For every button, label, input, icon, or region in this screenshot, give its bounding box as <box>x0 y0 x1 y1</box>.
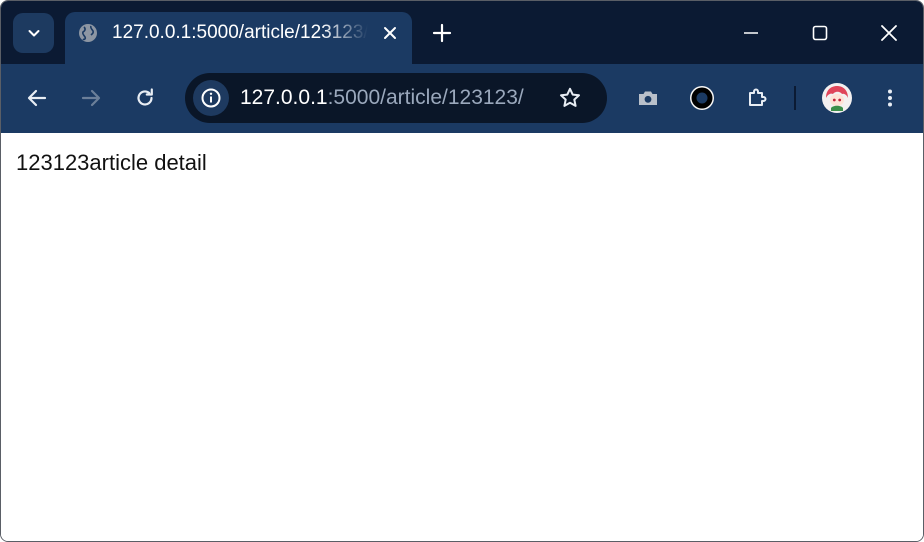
maximize-button[interactable] <box>786 1 854 64</box>
star-icon <box>560 87 580 107</box>
screenshot-extension-button[interactable] <box>630 80 666 116</box>
back-button[interactable] <box>19 80 55 116</box>
toolbar-separator <box>794 86 796 110</box>
plus-icon <box>432 23 452 43</box>
url-text: 127.0.0.1:5000/article/123123/ <box>240 85 524 111</box>
avatar <box>822 83 852 113</box>
forward-button[interactable] <box>73 80 109 116</box>
record-extension-button[interactable] <box>684 80 720 116</box>
toolbar: 127.0.0.1:5000/article/123123/ <box>1 64 923 133</box>
url-host: 127.0.0.1 <box>240 86 328 109</box>
page-content: 123123article detail <box>1 133 923 541</box>
page-heading: 123123article detail <box>16 150 207 175</box>
reload-icon <box>137 88 153 106</box>
reload-button[interactable] <box>127 80 163 116</box>
bookmark-button[interactable] <box>554 82 586 114</box>
tab-title: 127.0.0.1:5000/article/123123/ <box>112 22 368 43</box>
profile-button[interactable] <box>819 80 855 116</box>
puzzle-icon <box>749 88 767 106</box>
site-info-button[interactable] <box>193 80 229 116</box>
camera-icon <box>639 91 657 105</box>
extensions-button[interactable] <box>739 80 775 116</box>
close-icon <box>384 27 396 39</box>
minimize-icon <box>744 31 758 34</box>
address-bar[interactable]: 127.0.0.1:5000/article/123123/ <box>185 73 607 123</box>
active-tab[interactable]: 127.0.0.1:5000/article/123123/ <box>65 12 412 64</box>
more-vert-icon <box>888 89 892 107</box>
minimize-button[interactable] <box>717 1 785 64</box>
chevron-down-icon <box>28 30 39 37</box>
url-path: :5000/article/123123/ <box>327 86 524 109</box>
arrow-left-icon <box>27 89 47 107</box>
browser-window: 127.0.0.1:5000/article/123123/ 127.0.0.1… <box>0 0 924 542</box>
tab-strip: 127.0.0.1:5000/article/123123/ <box>1 1 923 64</box>
close-icon <box>881 24 897 41</box>
ring-icon <box>690 86 714 110</box>
globe-icon <box>79 24 97 42</box>
tab-search-button[interactable] <box>13 13 54 53</box>
menu-button[interactable] <box>872 80 908 116</box>
info-icon <box>201 88 221 108</box>
maximize-icon <box>812 25 828 40</box>
arrow-right-icon <box>81 89 101 107</box>
new-tab-button[interactable] <box>425 17 459 49</box>
close-window-button[interactable] <box>855 1 923 64</box>
tab-close-button[interactable] <box>378 21 402 45</box>
